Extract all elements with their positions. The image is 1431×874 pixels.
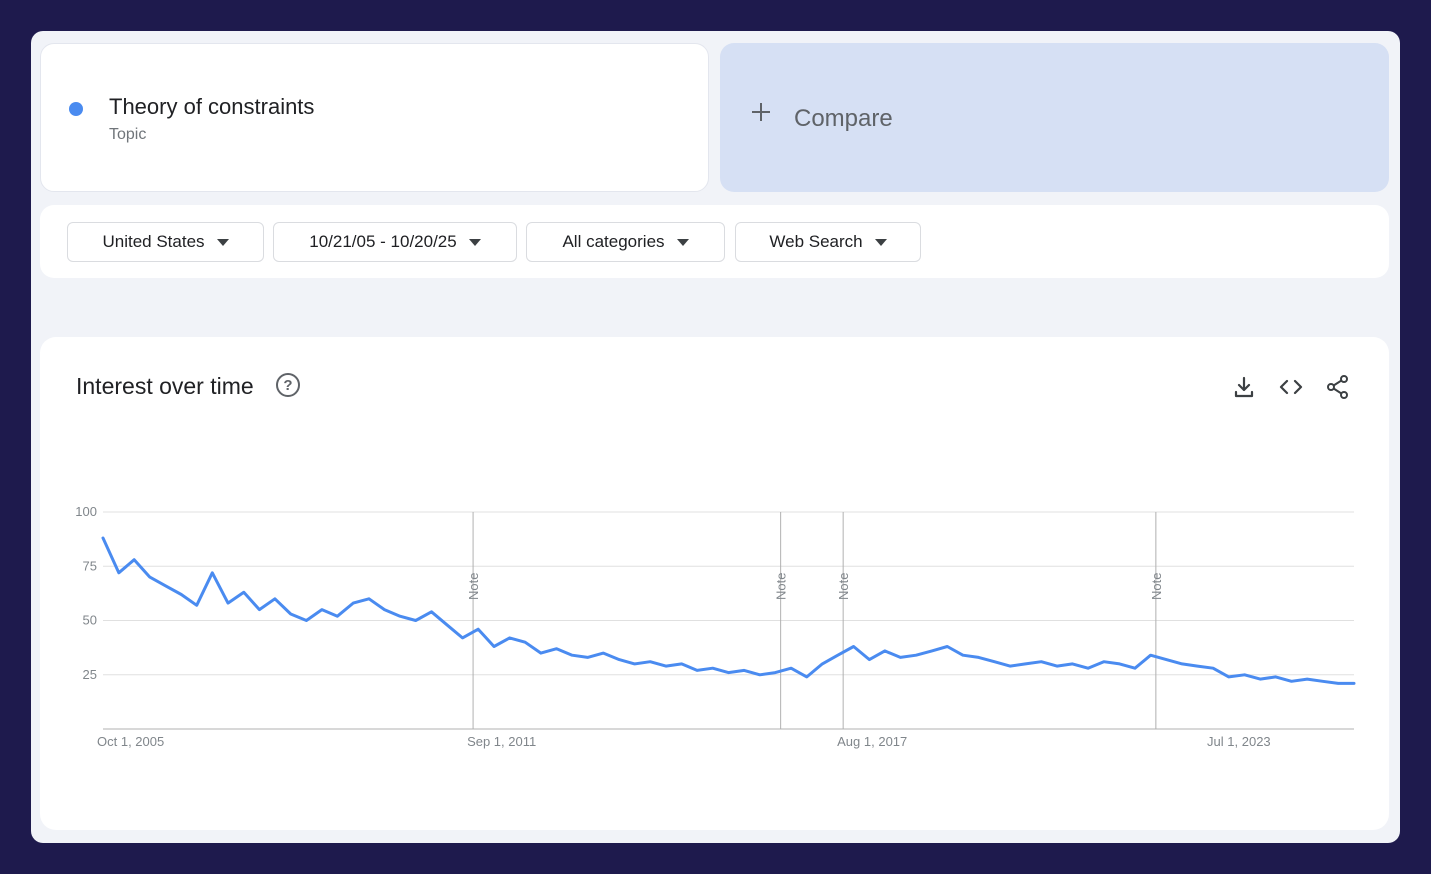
x-tick-label: Aug 1, 2017 [837,734,907,749]
caret-down-icon [874,238,887,246]
plus-icon [750,101,772,123]
app-frame: Theory of constraints Topic Compare Unit… [31,31,1400,843]
series-color-dot [69,102,83,116]
series-line [101,536,1356,685]
search-term-card[interactable]: Theory of constraints Topic [40,43,709,192]
caret-down-icon [676,238,689,246]
filter-date-range-dropdown[interactable]: 10/21/05 - 10/20/25 [273,222,517,262]
filter-category-label: All categories [562,232,665,251]
note-marker-label: Note [774,573,789,600]
search-term-name: Theory of constraints [109,94,315,119]
interest-over-time-card: Interest over time ? 25 50 75 100 Note Note No… [40,337,1389,830]
caret-down-icon [216,238,229,246]
x-tick-label: Sep 1, 2011 [467,734,536,749]
compare-button[interactable]: Compare [720,43,1389,192]
note-marker-label: Note [1149,573,1164,600]
filter-search-type-label: Web Search [769,232,863,251]
filter-category-dropdown[interactable]: All categories [526,222,725,262]
filters-bar: United States 10/21/05 - 10/20/25 All ca… [40,205,1389,278]
y-tick-label: 100 [75,504,97,519]
x-tick-label: Jul 1, 2023 [1207,734,1271,749]
caret-down-icon [468,238,481,246]
y-tick-label: 75 [83,558,97,573]
compare-label: Compare [794,105,893,132]
filter-date-range-label: 10/21/05 - 10/20/25 [309,232,457,251]
filter-region-dropdown[interactable]: United States [67,222,264,262]
interest-line-chart: 25 50 75 100 Note Note Note Note Oct 1, 2005 Sep … [75,504,1356,749]
y-tick-label: 50 [83,613,97,628]
filter-region-label: United States [102,232,205,251]
y-tick-label: 25 [83,667,97,682]
x-tick-label: Oct 1, 2005 [97,734,164,749]
note-marker-label: Note [836,573,851,600]
note-marker-label: Note [466,573,481,600]
search-term-type: Topic [109,126,147,143]
filter-search-type-dropdown[interactable]: Web Search [735,222,921,262]
